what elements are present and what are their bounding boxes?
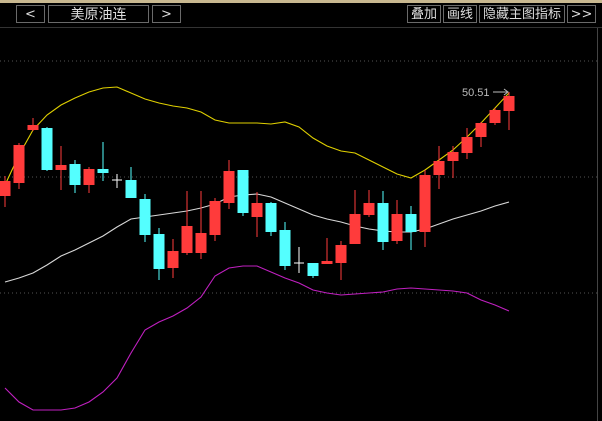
candle-body: [363, 203, 375, 215]
candle-body: [391, 214, 403, 241]
upper-band-line: [4, 86, 510, 186]
candle-body: [181, 226, 193, 253]
candle-body: [349, 214, 361, 244]
candle-body: [69, 164, 81, 185]
candle-body: [405, 214, 417, 232]
candle-body: [139, 199, 151, 235]
candle-body: [83, 169, 95, 185]
hide-indicator-button[interactable]: 隐藏主图指标: [479, 5, 565, 23]
candle-body: [475, 123, 487, 137]
candle-body: [377, 203, 389, 242]
candle-body: [55, 165, 67, 170]
chart-right-border: [597, 28, 598, 421]
candle-body: [433, 161, 445, 175]
candlestick-chart[interactable]: 50.51: [0, 28, 597, 421]
candle-body: [265, 203, 277, 232]
candle-body: [419, 175, 431, 232]
candle-body: [237, 170, 249, 213]
max-price-label: 50.51: [462, 87, 490, 99]
candle-body: [447, 152, 459, 161]
next-symbol-button[interactable]: >: [152, 5, 181, 23]
draw-line-button[interactable]: 画线: [443, 5, 477, 23]
candle-body: [209, 201, 221, 235]
candle-body: [195, 233, 207, 253]
symbol-name[interactable]: 美原油连: [48, 5, 149, 23]
candle-body: [27, 125, 39, 130]
candle-body: [461, 137, 473, 153]
candle-body: [251, 203, 263, 217]
candle-body: [13, 145, 25, 183]
candle-body: [279, 230, 291, 266]
candle-body: [307, 263, 319, 276]
chart-toolbar: < 美原油连 > 叠加 画线 隐藏主图指标 >>: [0, 3, 602, 28]
candle-body: [489, 110, 501, 123]
candle-body: [97, 169, 109, 173]
candle-body: [503, 96, 515, 111]
candle-body: [321, 261, 333, 264]
more-button[interactable]: >>: [567, 5, 596, 23]
overlay-button[interactable]: 叠加: [407, 5, 441, 23]
candle-body: [125, 180, 137, 198]
lower-band-line: [4, 265, 510, 411]
candle-body: [167, 251, 179, 268]
candle-body: [41, 128, 53, 170]
candle-body: [0, 181, 11, 196]
candle-body: [223, 171, 235, 203]
candle-body: [335, 245, 347, 263]
candle-body: [153, 234, 165, 269]
prev-symbol-button[interactable]: <: [16, 5, 45, 23]
